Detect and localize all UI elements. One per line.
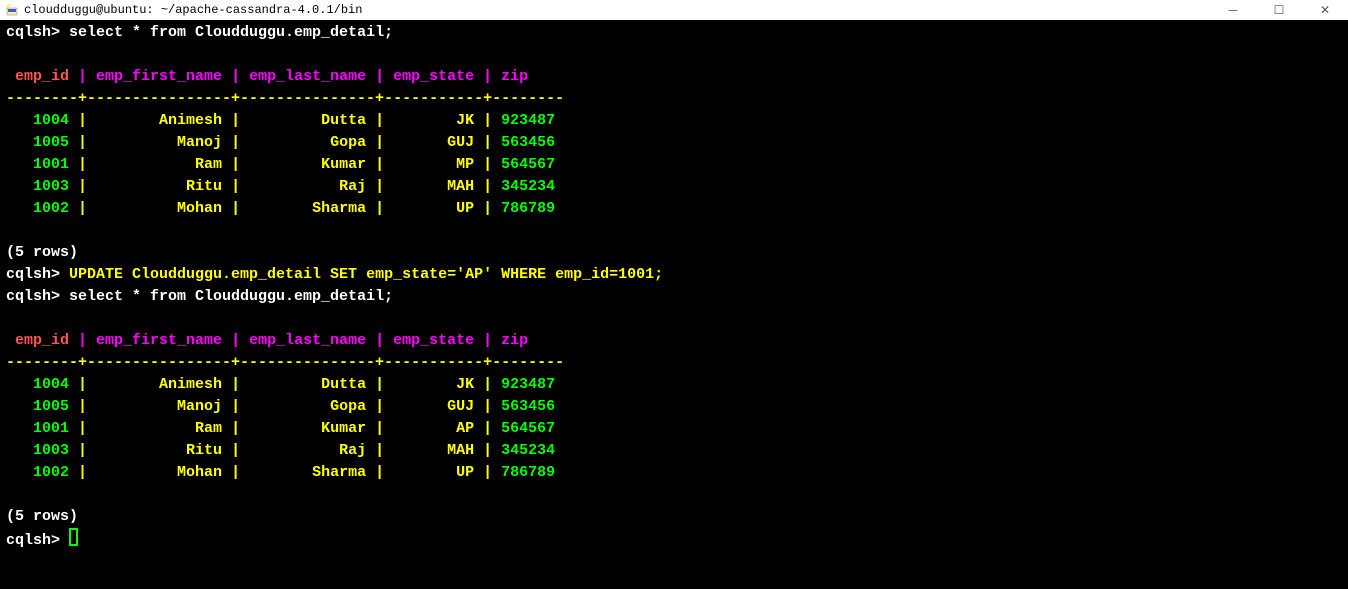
window-title: cloudduggu@ubuntu: ~/apache-cassandra-4.… bbox=[24, 0, 362, 21]
window-controls: ─ ☐ ✕ bbox=[1210, 0, 1348, 20]
close-button[interactable]: ✕ bbox=[1302, 0, 1348, 20]
minimize-button[interactable]: ─ bbox=[1210, 0, 1256, 20]
terminal-output[interactable]: cqlsh> select * from Cloudduggu.emp_deta… bbox=[0, 20, 1348, 554]
maximize-button[interactable]: ☐ bbox=[1256, 0, 1302, 20]
cursor bbox=[69, 528, 78, 546]
putty-icon bbox=[4, 3, 20, 17]
titlebar: cloudduggu@ubuntu: ~/apache-cassandra-4.… bbox=[0, 0, 1348, 20]
